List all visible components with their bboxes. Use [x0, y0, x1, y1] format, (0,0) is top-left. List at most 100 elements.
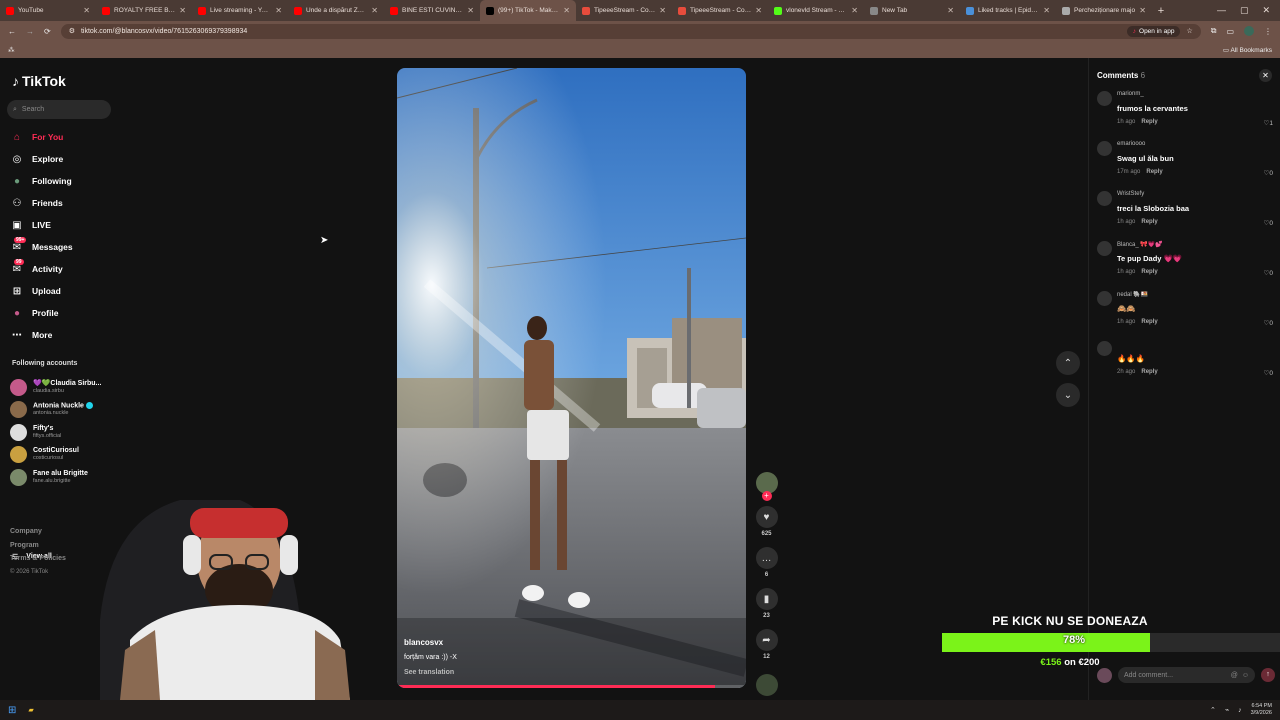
tab-close-icon[interactable]: ✕ [179, 6, 186, 15]
nav-item-upload[interactable]: ⊞ Upload [10, 280, 73, 302]
creator-avatar[interactable]: + [755, 472, 778, 501]
footer-link[interactable]: Terms & Policies [10, 552, 66, 566]
open-in-app-button[interactable]: ♪ Open in app [1126, 25, 1181, 37]
volume-icon[interactable]: ♪ [1238, 707, 1242, 714]
browser-tab[interactable]: (99+) TikTok - Make Yo ✕ [480, 0, 576, 21]
tab-close-icon[interactable]: ✕ [467, 6, 474, 15]
browser-tab[interactable]: Percheziționare majo ✕ [1056, 0, 1152, 21]
nav-item-more[interactable]: ⋯ More [10, 324, 73, 346]
reply-button[interactable]: Reply [1141, 269, 1157, 275]
tab-close-icon[interactable]: ✕ [659, 6, 666, 15]
comment-like-button[interactable]: ♡0 [1264, 369, 1273, 377]
commenter-avatar[interactable] [1097, 91, 1112, 106]
commenter-avatar[interactable] [1097, 341, 1112, 356]
commenter-avatar[interactable] [1097, 291, 1112, 306]
nav-item-for-you[interactable]: ⌂ For You [10, 126, 73, 148]
following-account[interactable]: Fane alu Brigitte fane.alu.brigitte [10, 466, 101, 489]
emoji-icon[interactable]: ☺ [1242, 672, 1249, 679]
tab-close-icon[interactable]: ✕ [947, 6, 954, 15]
reply-button[interactable]: Reply [1141, 319, 1157, 325]
nav-item-friends[interactable]: ⚇ Friends [10, 192, 73, 214]
all-bookmarks-link[interactable]: ▭ All Bookmarks [1223, 46, 1272, 54]
following-account[interactable]: Fifty's fiftys.official [10, 421, 101, 444]
reload-icon[interactable]: ⟳ [44, 27, 51, 36]
following-account[interactable]: Antonia Nuckle antonia.nuckle [10, 399, 101, 422]
browser-tab[interactable]: Live streaming - YouTu ✕ [192, 0, 288, 21]
share-button[interactable]: ➦ [755, 629, 778, 651]
browser-tab[interactable]: New Tab ✕ [864, 0, 960, 21]
network-icon[interactable]: ⌁ [1225, 706, 1229, 714]
browser-tab[interactable]: vlonevld Stream - Wat ✕ [768, 0, 864, 21]
commenter-avatar[interactable] [1097, 241, 1112, 256]
tiktok-logo[interactable]: ♪ TikTok [12, 73, 66, 89]
browser-tab[interactable]: YouTube ✕ [0, 0, 96, 21]
comment-like-button[interactable]: ♡0 [1264, 319, 1273, 327]
like-button[interactable]: ♥ [755, 506, 778, 528]
profile-avatar-icon[interactable] [1244, 26, 1254, 36]
comment-like-button[interactable]: ♡0 [1264, 269, 1273, 277]
browser-tab[interactable]: Unde a dispărut Zburg ✕ [288, 0, 384, 21]
video-progress-bar[interactable] [397, 685, 746, 688]
extensions-icon[interactable]: ⧉ [1211, 26, 1217, 36]
comment-like-button[interactable]: ♡0 [1264, 219, 1273, 227]
comment-like-button[interactable]: ♡1 [1264, 119, 1273, 127]
minimize-icon[interactable]: — [1217, 5, 1226, 16]
commenter-name[interactable]: WristStefy [1117, 191, 1144, 197]
forward-icon[interactable]: → [26, 27, 34, 36]
search-input[interactable]: ⌕ Search [7, 100, 111, 119]
nav-item-live[interactable]: ▣ LIVE [10, 214, 73, 236]
browser-tab[interactable]: ROYALTY FREE Busine✕ [96, 0, 192, 21]
browser-tab[interactable]: BINE ESTI CUVINTAT (L ✕ [384, 0, 480, 21]
tab-close-icon[interactable]: ✕ [83, 6, 90, 15]
mention-icon[interactable]: @ [1231, 672, 1238, 679]
url-field[interactable]: ⚙ tiktok.com/@blancosvx/video/7615263069… [60, 23, 1201, 39]
close-window-icon[interactable]: ✕ [1262, 5, 1270, 16]
commenter-name[interactable]: Blanca_ 🎀💗💕 [1117, 241, 1163, 248]
reply-button[interactable]: Reply [1146, 169, 1162, 175]
tab-close-icon[interactable]: ✕ [563, 6, 570, 15]
footer-link[interactable]: Program [10, 539, 66, 553]
system-clock[interactable]: 6:54 PM 3/9/2026 [1251, 703, 1272, 717]
tab-close-icon[interactable]: ✕ [755, 6, 762, 15]
commenter-avatar[interactable] [1097, 141, 1112, 156]
reply-button[interactable]: Reply [1141, 369, 1157, 375]
tab-close-icon[interactable]: ✕ [851, 6, 858, 15]
nav-item-explore[interactable]: ◎ Explore [10, 148, 73, 170]
tab-close-icon[interactable]: ✕ [1043, 6, 1050, 15]
music-disc-icon[interactable] [755, 674, 778, 696]
commenter-name[interactable]: nedal 🐘🍱 [1117, 291, 1148, 298]
close-comments-button[interactable]: ✕ [1259, 69, 1272, 82]
comment-button[interactable]: … [755, 547, 778, 569]
bookmark-star-icon[interactable]: ☆ [1186, 27, 1192, 35]
comment-like-button[interactable]: ♡0 [1264, 169, 1273, 177]
reply-button[interactable]: Reply [1141, 119, 1157, 125]
browser-tab[interactable]: TipeeeStream - Collec ✕ [576, 0, 672, 21]
menu-icon[interactable]: ⋮ [1264, 27, 1272, 36]
footer-link[interactable]: Company [10, 525, 66, 539]
video-username[interactable]: blancosvx [404, 635, 457, 650]
nav-item-profile[interactable]: ● Profile [10, 302, 73, 324]
see-translation-link[interactable]: See translation [404, 665, 457, 680]
browser-tab[interactable]: Liked tracks | Epidem ✕ [960, 0, 1056, 21]
sidepanel-icon[interactable]: ▭ [1226, 27, 1234, 36]
follow-plus-icon[interactable]: + [761, 491, 772, 501]
previous-video-button[interactable]: ⌃ [1056, 351, 1080, 375]
following-account[interactable]: 💜💚Claudia Sirbu... claudia.sirbu [10, 376, 101, 399]
video-player[interactable]: blancosvx forțăm vara :)) -X See transla… [397, 68, 746, 688]
new-tab-icon[interactable]: + [1152, 5, 1170, 17]
save-button[interactable]: ▮ [755, 588, 778, 610]
nav-item-activity[interactable]: ✉ 99 Activity [10, 258, 73, 280]
windows-start-icon[interactable]: ⊞ [8, 705, 16, 716]
back-icon[interactable]: ← [8, 27, 16, 36]
reply-button[interactable]: Reply [1141, 219, 1157, 225]
apps-grid-icon[interactable]: ⁂ [8, 46, 15, 54]
commenter-avatar[interactable] [1097, 191, 1112, 206]
file-explorer-icon[interactable]: ▰ [28, 706, 33, 714]
maximize-icon[interactable]: ▢ [1240, 5, 1249, 16]
following-account[interactable]: CostiCuriosul costicuriosul [10, 444, 101, 467]
nav-item-following[interactable]: ● Following [10, 170, 73, 192]
tab-close-icon[interactable]: ✕ [1139, 6, 1146, 15]
site-info-icon[interactable]: ⚙ [69, 27, 75, 35]
nav-item-messages[interactable]: ✉ 99+ Messages [10, 236, 73, 258]
browser-tab[interactable]: TipeeeStream - Collec ✕ [672, 0, 768, 21]
